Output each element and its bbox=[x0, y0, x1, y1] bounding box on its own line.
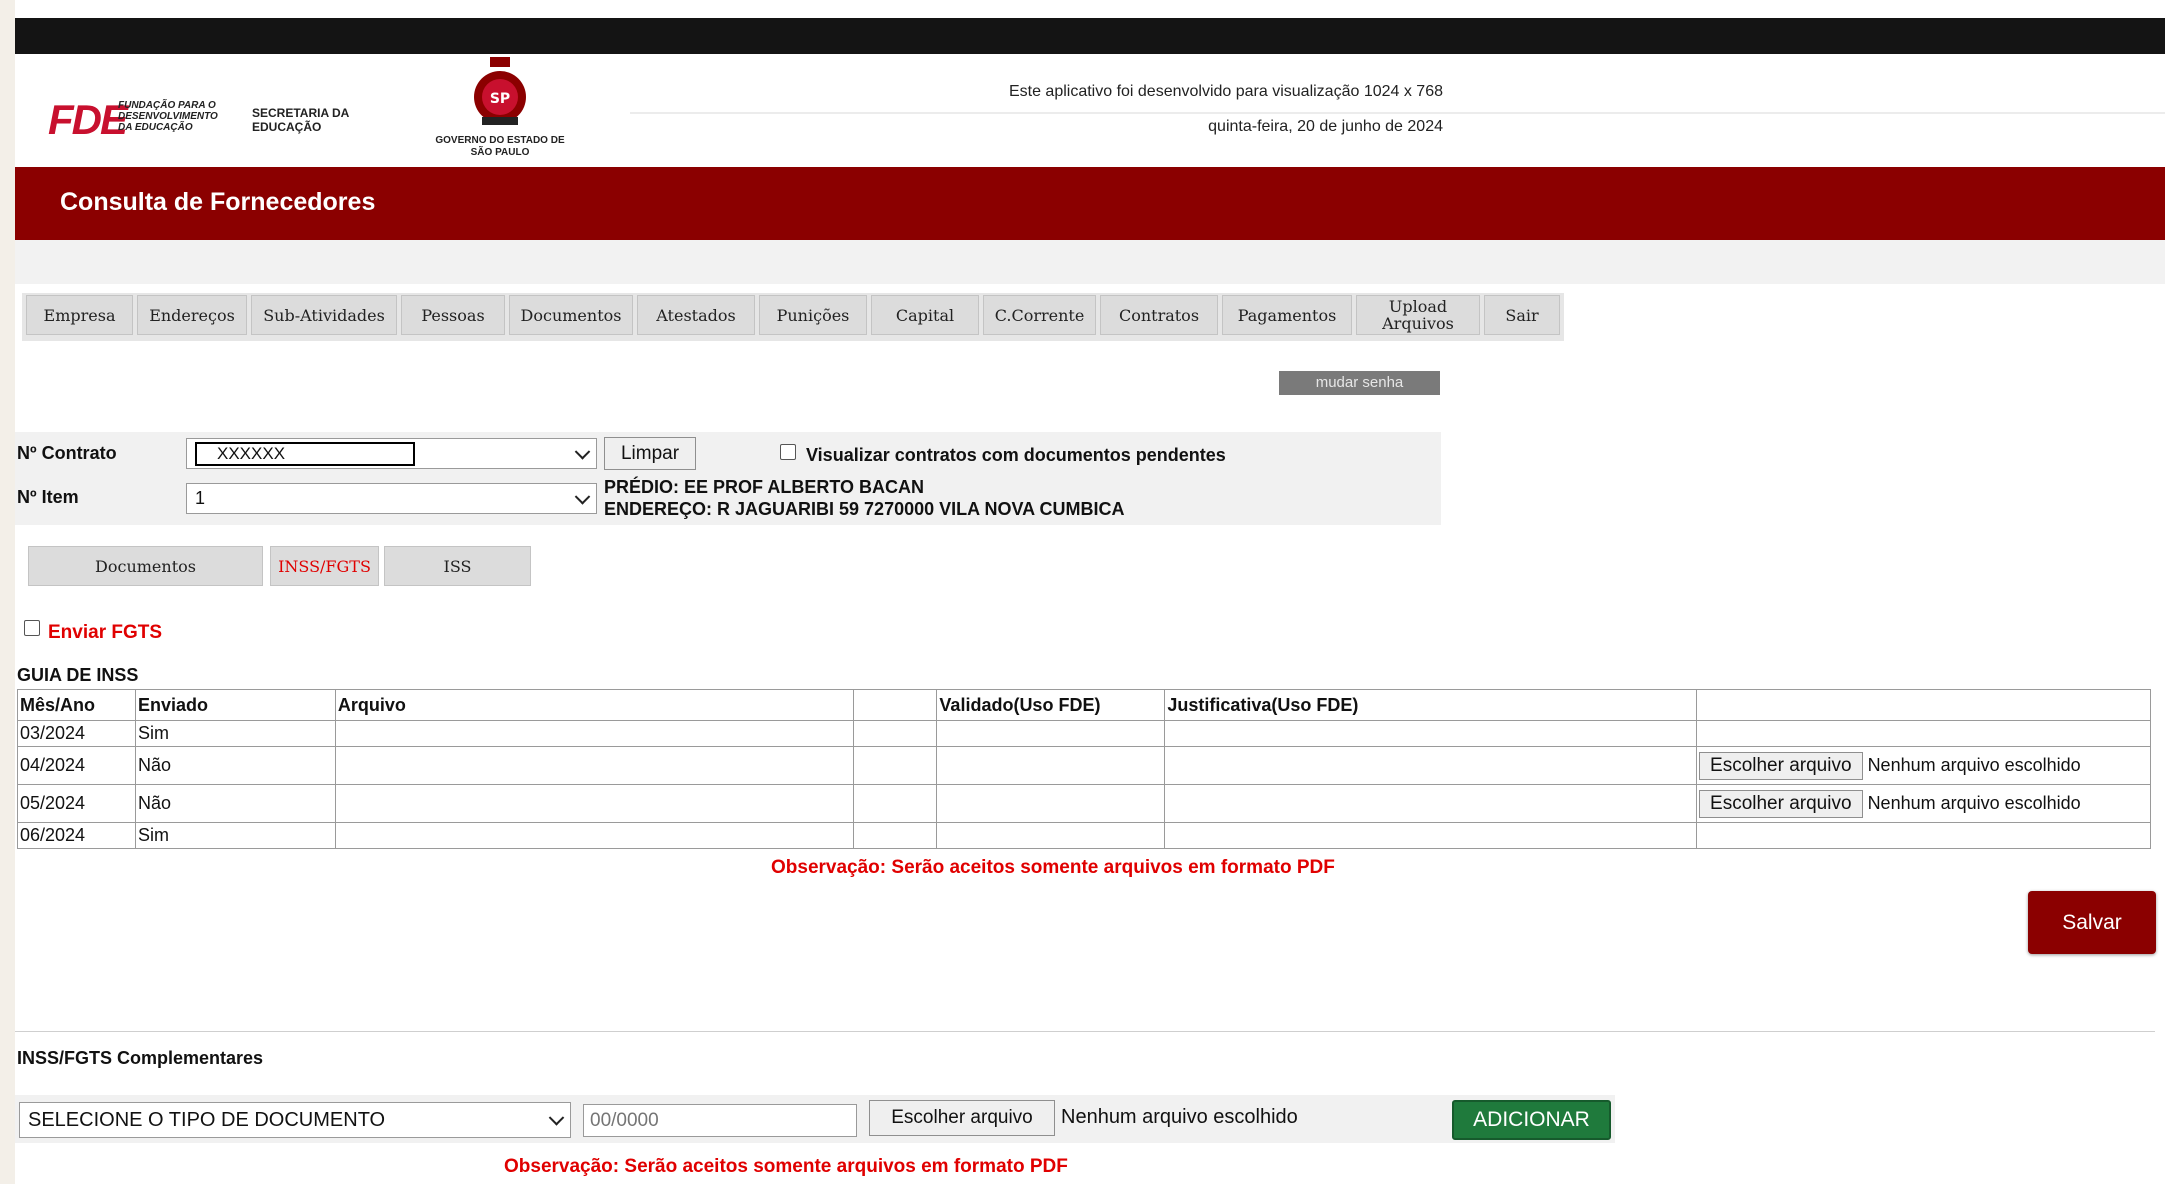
tab-contratos[interactable]: Contratos bbox=[1100, 295, 1218, 335]
col-mes-ano: Mês/Ano bbox=[17, 689, 136, 721]
tab-upload-arquivos[interactable]: Upload Arquivos bbox=[1356, 295, 1480, 335]
enviar-fgts-label: Enviar FGTS bbox=[48, 622, 163, 643]
table-row: 03/2024 Sim bbox=[17, 720, 2151, 747]
chevron-down-icon bbox=[548, 1110, 565, 1126]
change-password-button[interactable]: mudar senha bbox=[1279, 371, 1440, 395]
tab-sub-atividades[interactable]: Sub-Atividades bbox=[251, 295, 397, 335]
header-divider bbox=[630, 112, 2165, 114]
item-value: 1 bbox=[195, 488, 206, 508]
document-type-select[interactable]: SELECIONE O TIPO DE DOCUMENTO bbox=[19, 1102, 571, 1138]
endereco-text: ENDEREÇO: R JAGUARIBI 59 7270000 VILA NO… bbox=[604, 499, 1125, 519]
grey-strip bbox=[15, 240, 2165, 284]
month-year-input[interactable] bbox=[583, 1104, 857, 1137]
cell-mes: 05/2024 bbox=[17, 784, 136, 823]
choose-file-button[interactable]: Escolher arquivo bbox=[1699, 789, 1863, 818]
fde-logo-subtitle: FUNDAÇÃO PARA O DESENVOLVIMENTO DA EDUCA… bbox=[118, 100, 218, 133]
subtab-iss[interactable]: ISS bbox=[384, 546, 531, 586]
table-row: 05/2024 Não Escolher arquivo Nenhum arqu… bbox=[17, 784, 2151, 823]
table-row: 06/2024 Sim bbox=[17, 822, 2151, 849]
date-info: quinta-feira, 20 de junho de 2024 bbox=[1208, 118, 1443, 135]
col-enviado: Enviado bbox=[134, 689, 336, 721]
section-divider bbox=[15, 1031, 2155, 1032]
no-file-label: Nenhum arquivo escolhido bbox=[1867, 792, 2081, 813]
tab-sair[interactable]: Sair bbox=[1484, 295, 1560, 335]
tab-atestados[interactable]: Atestados bbox=[637, 295, 755, 335]
tab-c-corrente[interactable]: C.Corrente bbox=[983, 295, 1096, 335]
pdf-observation: Observação: Serão aceitos somente arquiv… bbox=[771, 857, 1335, 878]
enviar-fgts-checkbox[interactable] bbox=[24, 620, 40, 636]
pendentes-checkbox[interactable] bbox=[780, 444, 796, 460]
no-file-label: Nenhum arquivo escolhido bbox=[1061, 1106, 1298, 1128]
pdf-observation-bottom: Observação: Serão aceitos somente arquiv… bbox=[504, 1156, 1068, 1177]
pendentes-label: Visualizar contratos com documentos pend… bbox=[806, 445, 1226, 465]
chevron-down-icon bbox=[574, 488, 591, 505]
document-type-value: SELECIONE O TIPO DE DOCUMENTO bbox=[28, 1108, 386, 1131]
tab-capital[interactable]: Capital bbox=[871, 295, 979, 335]
choose-file-button[interactable]: Escolher arquivo bbox=[1699, 751, 1863, 780]
choose-file-button[interactable]: Escolher arquivo bbox=[869, 1100, 1055, 1136]
cell-enviado: Não bbox=[134, 746, 336, 785]
tab-enderecos[interactable]: Endereços bbox=[137, 295, 247, 335]
complementares-title: INSS/FGTS Complementares bbox=[17, 1048, 264, 1068]
save-button[interactable]: Salvar bbox=[2028, 891, 2156, 954]
col-validado: Validado(Uso FDE) bbox=[936, 689, 1166, 721]
resolution-info: Este aplicativo foi desenvolvido para vi… bbox=[1008, 83, 1443, 100]
left-gutter bbox=[0, 0, 15, 1184]
subtab-documentos[interactable]: Documentos bbox=[28, 546, 263, 586]
no-file-label: Nenhum arquivo escolhido bbox=[1867, 754, 2081, 775]
guia-inss-table: Mês/Ano Enviado Arquivo Validado(Uso FDE… bbox=[17, 689, 2151, 849]
cell-enviado: Não bbox=[134, 784, 336, 823]
cell-enviado: Sim bbox=[134, 822, 336, 849]
contrato-value: XXXXXX bbox=[195, 441, 415, 466]
page-title: Consulta de Fornecedores bbox=[60, 188, 376, 216]
subtab-inss-fgts[interactable]: INSS/FGTS bbox=[270, 546, 379, 586]
limpar-button[interactable]: Limpar bbox=[604, 437, 696, 470]
contrato-select[interactable]: XXXXXX bbox=[186, 438, 597, 469]
col-blank bbox=[852, 689, 938, 721]
col-arquivo: Arquivo bbox=[334, 689, 854, 721]
secretaria-label: SECRETARIA DA EDUCAÇÃO bbox=[252, 106, 349, 134]
predio-text: PRÉDIO: EE PROF ALBERTO BACAN bbox=[604, 477, 925, 497]
guia-inss-title: GUIA DE INSS bbox=[17, 665, 139, 685]
add-button[interactable]: ADICIONAR bbox=[1452, 1100, 1611, 1140]
col-justificativa: Justificativa(Uso FDE) bbox=[1164, 689, 1698, 721]
governo-label: GOVERNO DO ESTADO DE SÃO PAULO bbox=[435, 135, 565, 158]
tab-pagamentos[interactable]: Pagamentos bbox=[1222, 295, 1352, 335]
table-header-row: Mês/Ano Enviado Arquivo Validado(Uso FDE… bbox=[17, 689, 2151, 721]
browser-top-bar bbox=[15, 18, 2165, 54]
cell-enviado: Sim bbox=[134, 720, 336, 747]
tab-empresa[interactable]: Empresa bbox=[26, 295, 133, 335]
tab-pessoas[interactable]: Pessoas bbox=[401, 295, 505, 335]
cell-mes: 03/2024 bbox=[17, 720, 136, 747]
cell-mes: 06/2024 bbox=[17, 822, 136, 849]
item-label: Nº Item bbox=[17, 487, 79, 507]
contrato-label: Nº Contrato bbox=[17, 443, 117, 463]
col-upload bbox=[1696, 689, 2151, 721]
tab-punicoes[interactable]: Punições bbox=[759, 295, 867, 335]
cell-mes: 04/2024 bbox=[17, 746, 136, 785]
tab-documentos[interactable]: Documentos bbox=[509, 295, 633, 335]
main-nav: Empresa Endereços Sub-Atividades Pessoas… bbox=[22, 293, 1564, 341]
svg-text:SP: SP bbox=[490, 91, 510, 107]
sp-coat-of-arms-icon: SP bbox=[474, 57, 526, 125]
chevron-down-icon bbox=[574, 443, 591, 460]
table-row: 04/2024 Não Escolher arquivo Nenhum arqu… bbox=[17, 746, 2151, 785]
item-select[interactable]: 1 bbox=[186, 483, 597, 514]
